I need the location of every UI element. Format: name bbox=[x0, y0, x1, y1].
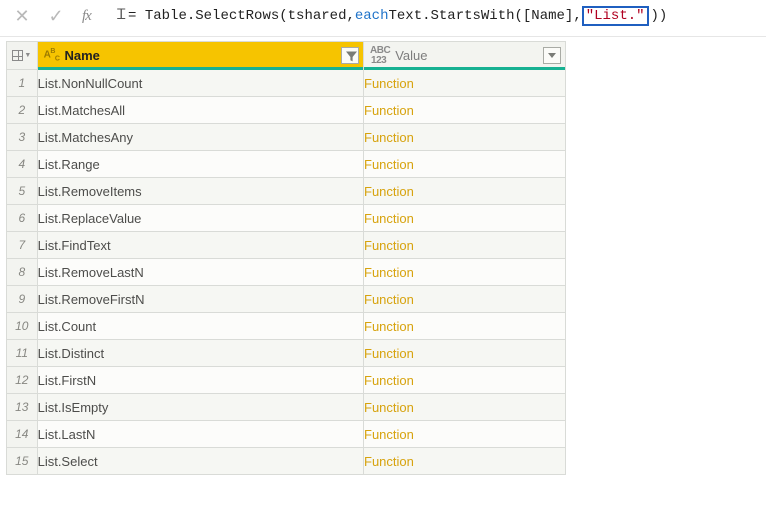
filter-icon bbox=[346, 51, 355, 60]
cell-name[interactable]: List.ReplaceValue bbox=[37, 205, 363, 232]
cell-value[interactable]: Function bbox=[364, 313, 566, 340]
chevron-down-icon bbox=[548, 53, 556, 58]
table-row[interactable]: 12List.FirstNFunction bbox=[7, 367, 566, 394]
cell-value[interactable]: Function bbox=[364, 178, 566, 205]
row-number[interactable]: 1 bbox=[7, 70, 38, 97]
cell-value[interactable]: Function bbox=[364, 70, 566, 97]
cell-value[interactable]: Function bbox=[364, 97, 566, 124]
row-number[interactable]: 7 bbox=[7, 232, 38, 259]
table-row[interactable]: 10List.CountFunction bbox=[7, 313, 566, 340]
table-row[interactable]: 5List.RemoveItemsFunction bbox=[7, 178, 566, 205]
table-row[interactable]: 4List.RangeFunction bbox=[7, 151, 566, 178]
table-row[interactable]: 7List.FindTextFunction bbox=[7, 232, 566, 259]
table-row[interactable]: 2List.MatchesAllFunction bbox=[7, 97, 566, 124]
formula-keyword: each bbox=[355, 8, 389, 24]
column-header-name[interactable]: ABC Name bbox=[37, 42, 363, 70]
cell-name[interactable]: List.NonNullCount bbox=[37, 70, 363, 97]
text-type-icon: ABC bbox=[44, 47, 60, 64]
row-number[interactable]: 14 bbox=[7, 421, 38, 448]
cell-name[interactable]: List.RemoveItems bbox=[37, 178, 363, 205]
row-number[interactable]: 12 bbox=[7, 367, 38, 394]
cell-name[interactable]: List.Select bbox=[37, 448, 363, 475]
formula-bar: ✕ ✓ fx Ꮖ= Table.SelectRows(tshared, each… bbox=[0, 0, 766, 37]
table-row[interactable]: 15List.SelectFunction bbox=[7, 448, 566, 475]
cell-value[interactable]: Function bbox=[364, 367, 566, 394]
table-row[interactable]: 1List.NonNullCountFunction bbox=[7, 70, 566, 97]
cell-name[interactable]: List.LastN bbox=[37, 421, 363, 448]
formula-string-highlighted: "List." bbox=[582, 6, 649, 26]
cell-name[interactable]: List.FindText bbox=[37, 232, 363, 259]
cancel-edit-icon[interactable]: ✕ bbox=[14, 7, 30, 25]
formula-text: Text.StartsWith([Name], bbox=[388, 8, 581, 24]
cell-name[interactable]: List.MatchesAll bbox=[37, 97, 363, 124]
cell-value[interactable]: Function bbox=[364, 205, 566, 232]
cell-value[interactable]: Function bbox=[364, 286, 566, 313]
column-label: Value bbox=[395, 48, 538, 63]
cell-value[interactable]: Function bbox=[364, 151, 566, 178]
fx-icon[interactable]: fx bbox=[82, 8, 91, 25]
table-row[interactable]: 6List.ReplaceValueFunction bbox=[7, 205, 566, 232]
cell-value[interactable]: Function bbox=[364, 448, 566, 475]
cell-name[interactable]: List.RemoveLastN bbox=[37, 259, 363, 286]
row-number[interactable]: 10 bbox=[7, 313, 38, 340]
cell-name[interactable]: List.Distinct bbox=[37, 340, 363, 367]
row-number[interactable]: 4 bbox=[7, 151, 38, 178]
select-all-cell[interactable]: ▼ bbox=[7, 42, 38, 70]
table-row[interactable]: 8List.RemoveLastNFunction bbox=[7, 259, 566, 286]
cell-name[interactable]: List.FirstN bbox=[37, 367, 363, 394]
cell-name[interactable]: List.RemoveFirstN bbox=[37, 286, 363, 313]
formula-text: = Table.SelectRows(tshared, bbox=[128, 8, 355, 24]
column-header-value[interactable]: ABC 123 Value bbox=[364, 42, 566, 70]
data-table: ▼ ABC Name bbox=[6, 41, 566, 475]
any-type-icon: ABC 123 bbox=[370, 46, 390, 66]
commit-edit-icon[interactable]: ✓ bbox=[48, 7, 64, 25]
filter-button[interactable] bbox=[543, 47, 561, 64]
cell-name[interactable]: List.MatchesAny bbox=[37, 124, 363, 151]
formula-input[interactable]: Ꮖ= Table.SelectRows(tshared, each Text.S… bbox=[109, 6, 756, 26]
cell-value[interactable]: Function bbox=[364, 421, 566, 448]
row-number[interactable]: 5 bbox=[7, 178, 38, 205]
text-cursor-icon: Ꮖ bbox=[117, 8, 126, 24]
row-number[interactable]: 15 bbox=[7, 448, 38, 475]
cell-name[interactable]: List.Count bbox=[37, 313, 363, 340]
table-icon bbox=[12, 50, 23, 61]
row-number[interactable]: 8 bbox=[7, 259, 38, 286]
row-number[interactable]: 13 bbox=[7, 394, 38, 421]
cell-value[interactable]: Function bbox=[364, 124, 566, 151]
row-number[interactable]: 2 bbox=[7, 97, 38, 124]
filter-button[interactable] bbox=[341, 47, 359, 64]
cell-value[interactable]: Function bbox=[364, 340, 566, 367]
cell-value[interactable]: Function bbox=[364, 259, 566, 286]
chevron-down-icon: ▼ bbox=[24, 52, 31, 59]
table-row[interactable]: 3List.MatchesAnyFunction bbox=[7, 124, 566, 151]
row-number[interactable]: 6 bbox=[7, 205, 38, 232]
row-number[interactable]: 9 bbox=[7, 286, 38, 313]
cell-value[interactable]: Function bbox=[364, 232, 566, 259]
cell-value[interactable]: Function bbox=[364, 394, 566, 421]
cell-name[interactable]: List.Range bbox=[37, 151, 363, 178]
table-row[interactable]: 9List.RemoveFirstNFunction bbox=[7, 286, 566, 313]
table-row[interactable]: 13List.IsEmptyFunction bbox=[7, 394, 566, 421]
column-label: Name bbox=[64, 48, 336, 63]
formula-text: )) bbox=[651, 8, 668, 24]
row-number[interactable]: 3 bbox=[7, 124, 38, 151]
cell-name[interactable]: List.IsEmpty bbox=[37, 394, 363, 421]
table-row[interactable]: 11List.DistinctFunction bbox=[7, 340, 566, 367]
table-row[interactable]: 14List.LastNFunction bbox=[7, 421, 566, 448]
row-number[interactable]: 11 bbox=[7, 340, 38, 367]
